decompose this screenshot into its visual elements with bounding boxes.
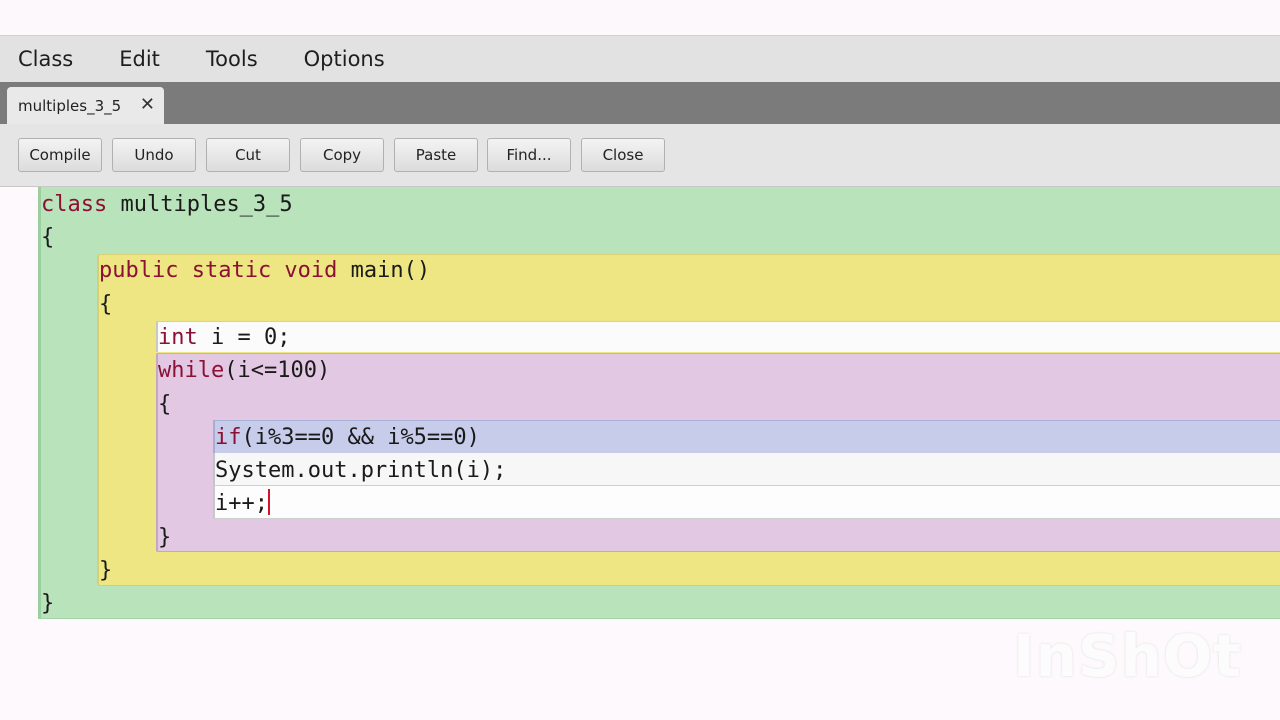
keyword: int (158, 325, 198, 350)
code-text: multiples_3_5 (107, 192, 293, 217)
cut-button[interactable]: Cut (206, 138, 290, 172)
menu-edit[interactable]: Edit (115, 47, 164, 71)
code-line-1: class multiples_3_5 (41, 188, 293, 221)
paste-button[interactable]: Paste (394, 138, 478, 172)
code-line-7: { (158, 392, 172, 417)
tab-bar: multiples_3_5 ✕ (0, 82, 1280, 124)
copy-button[interactable]: Copy (300, 138, 384, 172)
code-text: (i%3==0 && i%5==0) (241, 425, 480, 450)
code-line-3: public static void main() (99, 254, 430, 287)
code-line-9: System.out.println(i); (215, 458, 507, 483)
watermark-logo: InShOt (1013, 622, 1242, 690)
editor-toolbar: Compile Undo Cut Copy Paste Find... Clos… (0, 124, 1280, 187)
code-line-13: } (41, 591, 55, 616)
code-text: i++; (215, 491, 268, 516)
code-line-12: } (99, 558, 113, 583)
code-text: i = 0; (197, 325, 291, 350)
keyword: if (215, 425, 242, 450)
keyword: class (41, 192, 108, 217)
statement-scope (156, 321, 1280, 352)
close-icon[interactable]: ✕ (140, 94, 155, 116)
tab-label: multiples_3_5 (18, 96, 122, 115)
increment-scope (213, 486, 1280, 519)
code-line-10: i++; (215, 487, 270, 520)
code-text: main() (337, 258, 431, 283)
compile-button[interactable]: Compile (18, 138, 102, 172)
code-line-8: if(i%3==0 && i%5==0) (215, 421, 480, 454)
keyword: while (158, 358, 225, 383)
code-line-11: } (158, 525, 172, 550)
keyword: public static void (99, 258, 338, 283)
close-button[interactable]: Close (581, 138, 665, 172)
menu-class[interactable]: Class (14, 47, 77, 71)
menu-options[interactable]: Options (300, 47, 389, 71)
text-cursor (267, 489, 270, 515)
menu-tools[interactable]: Tools (202, 47, 262, 71)
code-line-6: while(i<=100) (158, 354, 330, 387)
code-line-4: { (99, 292, 113, 317)
menu-bar: Class Edit Tools Options (0, 35, 1280, 82)
tab-multiples-3-5[interactable]: multiples_3_5 ✕ (7, 87, 164, 124)
undo-button[interactable]: Undo (112, 138, 196, 172)
code-text: (i<=100) (224, 358, 331, 383)
code-line-2: { (41, 225, 55, 250)
window-top-strip (0, 0, 1280, 35)
find-button[interactable]: Find... (487, 138, 571, 172)
code-line-5: int i = 0; (158, 321, 290, 354)
